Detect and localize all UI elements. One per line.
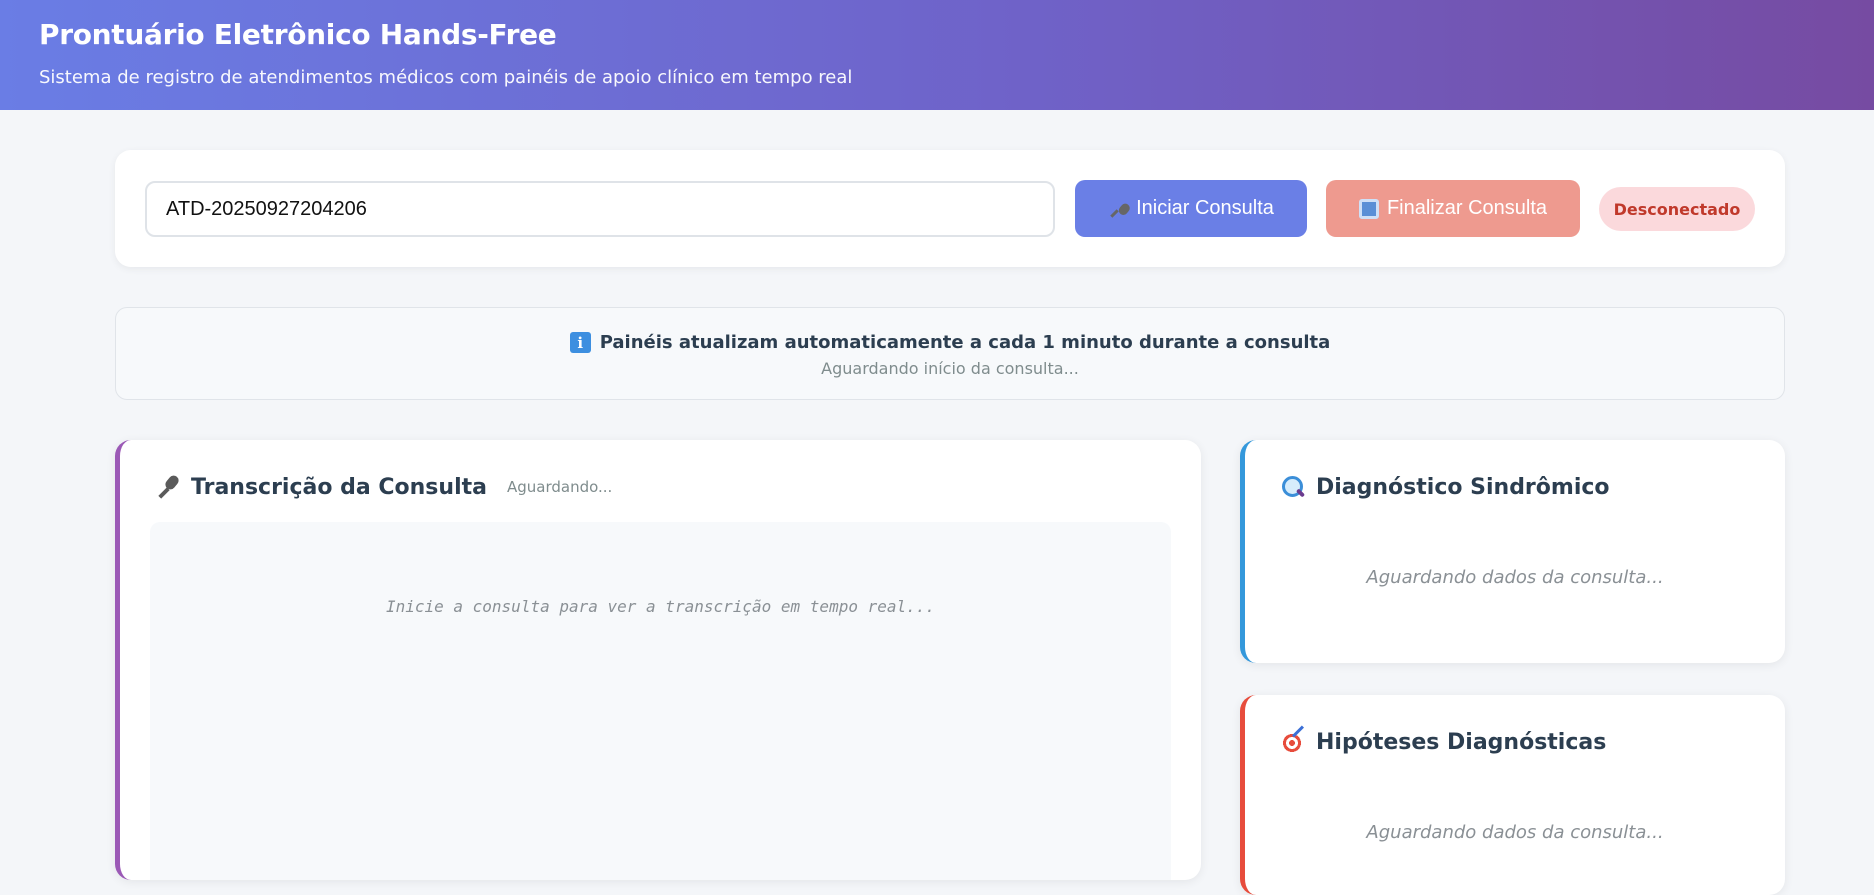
microphone-icon [155,474,181,500]
hypotheses-panel-header: Hipóteses Diagnósticas [1280,729,1606,755]
transcript-title: Transcrição da Consulta [191,474,487,500]
info-subtitle: Aguardando início da consulta... [821,359,1079,378]
attendance-id-input[interactable] [145,181,1055,237]
target-icon [1280,729,1306,755]
transcript-panel-header: Transcrição da Consulta Aguardando... [155,474,612,500]
diagnosis-title: Diagnóstico Sindrômico [1316,474,1610,500]
microphone-icon [1108,199,1128,219]
transcript-placeholder: Inicie a consulta para ver a transcrição… [385,597,936,616]
info-title-text: Painéis atualizam automaticamente a cada… [599,332,1331,353]
diagnosis-panel-header: Diagnóstico Sindrômico [1280,474,1610,500]
start-consultation-button[interactable]: Iniciar Consulta [1075,180,1307,237]
hypotheses-title: Hipóteses Diagnósticas [1316,729,1607,755]
app-header: Prontuário Eletrônico Hands-Free Sistema… [0,0,1874,110]
app-subtitle: Sistema de registro de atendimentos médi… [39,67,853,88]
app-title: Prontuário Eletrônico Hands-Free [39,18,557,51]
hypotheses-placeholder: Aguardando dados da consulta... [1366,822,1664,843]
transcript-area[interactable]: Inicie a consulta para ver a transcrição… [150,522,1171,880]
start-consultation-label: Iniciar Consulta [1136,197,1274,219]
info-title: i Painéis atualizam automaticamente a ca… [116,332,1784,353]
connection-status-badge: Desconectado [1599,187,1755,231]
stop-consultation-label: Finalizar Consulta [1386,197,1548,219]
transcript-panel: Transcrição da Consulta Aguardando... In… [115,440,1201,880]
stop-consultation-button[interactable]: Finalizar Consulta [1326,180,1580,237]
diagnostic-hypotheses-panel: Hipóteses Diagnósticas Aguardando dados … [1240,695,1785,895]
syndromic-diagnosis-panel: Diagnóstico Sindrômico Aguardando dados … [1240,440,1785,663]
info-icon: i [569,332,591,353]
consultation-controls: Iniciar Consulta Finalizar Consulta Desc… [115,150,1785,267]
transcript-status: Aguardando... [506,478,613,496]
magnifier-icon [1280,474,1306,500]
diagnosis-placeholder: Aguardando dados da consulta... [1366,567,1664,588]
stop-icon [1358,198,1379,219]
auto-update-info: i Painéis atualizam automaticamente a ca… [115,307,1785,400]
